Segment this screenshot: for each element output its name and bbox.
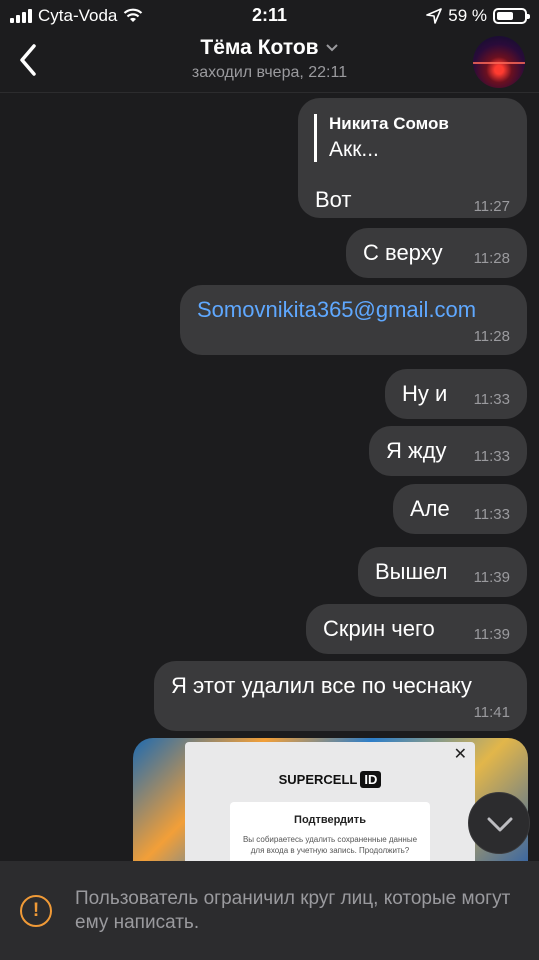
scroll-to-bottom-button[interactable] xyxy=(468,792,530,854)
message-text: Скрин чего xyxy=(323,616,435,641)
message-bubble[interactable]: Вышел 11:39 xyxy=(358,547,527,597)
chat-title[interactable]: Тёма Котов заходил вчера, 22:11 xyxy=(0,36,539,82)
message-time: 11:33 xyxy=(473,448,510,465)
message-time: 11:28 xyxy=(473,328,510,345)
message-time: 11:41 xyxy=(473,704,510,721)
supercell-logo: SUPERCELL ID xyxy=(185,771,475,788)
message-text: Я жду xyxy=(386,438,447,463)
message-bubble[interactable]: Я этот удалил все по чеснаку 11:41 xyxy=(154,661,527,731)
message-text: Але xyxy=(410,496,450,521)
reply-text: Акк... xyxy=(329,138,379,161)
message-bubble[interactable]: Але 11:33 xyxy=(393,484,527,534)
chevron-down-icon xyxy=(487,817,513,832)
notice-text: Пользователь ограничил круг лиц, которые… xyxy=(75,888,511,933)
warning-icon: ! xyxy=(20,895,52,927)
status-right: 59 % xyxy=(426,6,530,26)
message-time: 11:39 xyxy=(473,569,510,586)
message-text: Ну и xyxy=(402,381,448,406)
message-list[interactable]: Никита Сомов Акк... Вот 11:27 С верху 11… xyxy=(0,93,539,878)
battery-percent: 59 % xyxy=(448,6,487,25)
message-bubble[interactable]: Ну и 11:33 xyxy=(385,369,527,419)
location-arrow-icon xyxy=(426,8,443,24)
last-seen: заходил вчера, 22:11 xyxy=(191,64,348,81)
close-icon: ✕ xyxy=(453,746,467,763)
message-text: С верху xyxy=(363,240,443,265)
message-bubble[interactable]: С верху 11:28 xyxy=(346,228,527,278)
email-link[interactable]: Somovnikita365@gmail.com xyxy=(197,297,476,323)
message-time: 11:33 xyxy=(473,391,510,408)
restriction-notice: ! Пользователь ограничил круг лиц, котор… xyxy=(0,861,539,960)
contact-name[interactable]: Тёма Котов xyxy=(200,36,318,60)
battery-icon xyxy=(493,8,530,24)
message-text: Вот xyxy=(315,187,352,212)
screenshot-dialog: ✕ SUPERCELL ID Подтвердить Вы собираетесь… xyxy=(185,742,475,878)
message-time: 11:39 xyxy=(473,626,510,643)
message-time: 11:28 xyxy=(473,250,510,267)
message-bubble[interactable]: Скрин чего 11:39 xyxy=(306,604,527,654)
message-time: 11:27 xyxy=(473,198,510,215)
reply-quote[interactable]: Никита Сомов Акк... xyxy=(314,114,449,162)
message-bubble[interactable]: Somovnikita365@gmail.com 11:28 xyxy=(180,285,527,355)
message-text: Вышел xyxy=(375,559,448,584)
chat-header: Тёма Котов заходил вчера, 22:11 xyxy=(0,30,539,93)
message-bubble[interactable]: Я жду 11:33 xyxy=(369,426,527,476)
reply-author: Никита Сомов xyxy=(329,114,449,133)
confirm-body: Вы собираетесь удалить сохраненные данны… xyxy=(242,835,418,855)
chevron-down-icon[interactable] xyxy=(325,43,339,53)
message-bubble[interactable]: Никита Сомов Акк... Вот 11:27 xyxy=(298,98,527,218)
avatar[interactable] xyxy=(473,36,525,88)
confirm-title: Подтвердить xyxy=(294,814,366,826)
status-bar: Cyta-Voda 2:11 59 % xyxy=(0,0,539,30)
message-time: 11:33 xyxy=(473,506,510,523)
message-text: Я этот удалил все по чеснаку xyxy=(171,673,472,698)
